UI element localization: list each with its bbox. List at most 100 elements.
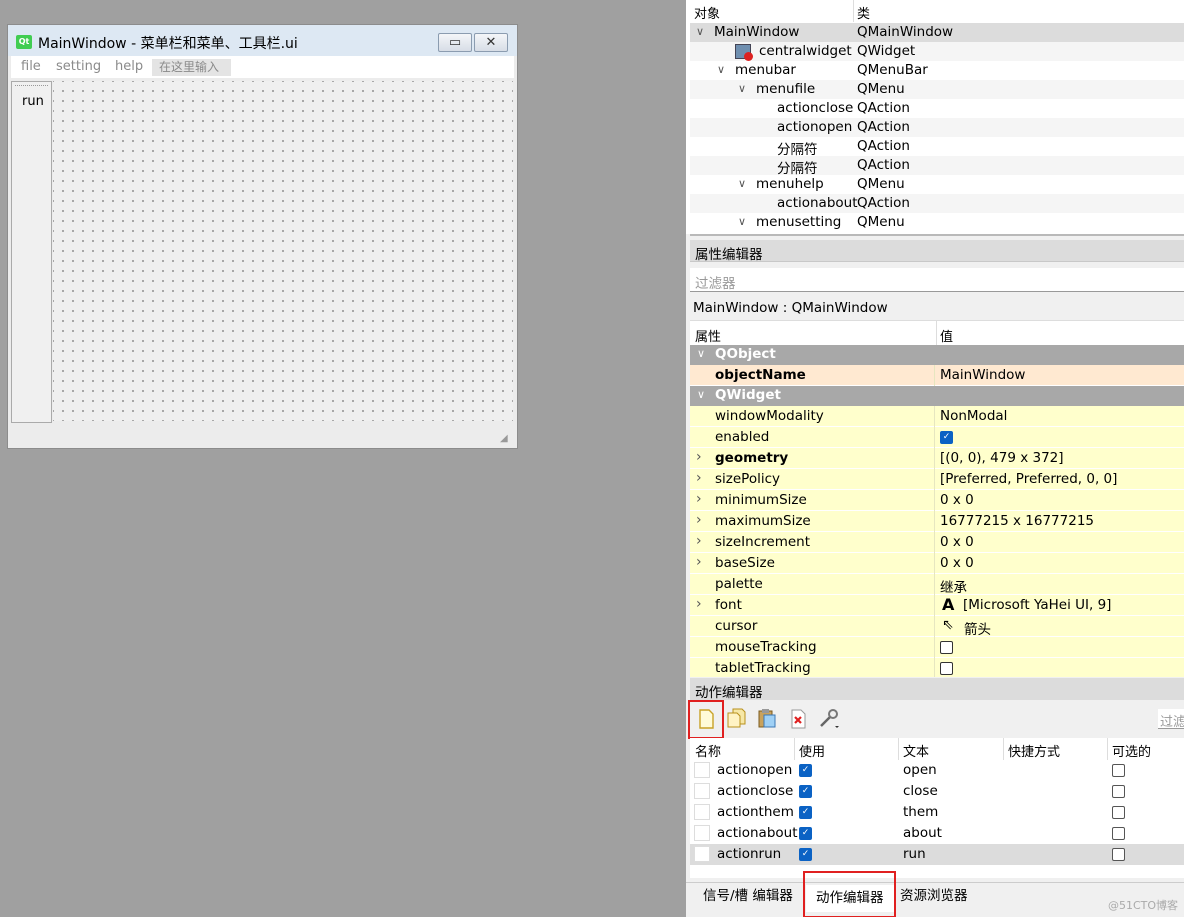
property-value[interactable]: 箭头 [964,618,991,638]
header-value[interactable]: 值 [940,326,953,345]
size-grip-icon[interactable]: ◢ [500,433,508,444]
tree-row[interactable]: actionclose QAction [690,99,1184,118]
property-checkbox[interactable]: ✓ [940,431,953,444]
header-class[interactable]: 类 [857,3,870,22]
property-row[interactable]: › font A [Microsoft YaHei UI, 9] [690,595,1184,616]
property-row[interactable]: › baseSize 0 x 0 [690,553,1184,574]
configure-icon[interactable] [818,707,840,729]
property-value[interactable]: [Preferred, Preferred, 0, 0] [940,471,1117,487]
action-checkable-checkbox[interactable] [1112,806,1125,819]
property-row[interactable]: objectName MainWindow [690,365,1184,386]
tree-row[interactable]: ∨ menuhelp QMenu [690,175,1184,194]
expand-chevron-icon[interactable]: ∨ [738,177,746,190]
action-row[interactable]: actionrun ✓ run [690,844,1184,865]
expand-chevron-icon[interactable]: › [696,596,702,612]
action-checkable-checkbox[interactable] [1112,764,1125,777]
action-used-checkbox[interactable]: ✓ [799,827,812,840]
central-widget-grid[interactable] [53,81,513,421]
expand-chevron-icon[interactable]: › [696,491,702,507]
property-row[interactable]: mouseTracking [690,637,1184,658]
header-object[interactable]: 对象 [694,3,720,22]
menu-help[interactable]: help [115,59,143,74]
action-checkable-checkbox[interactable] [1112,785,1125,798]
action-used-checkbox[interactable]: ✓ [799,848,812,861]
tree-row[interactable]: ∨ menufile QMenu [690,80,1184,99]
header-text[interactable]: 文本 [903,741,929,760]
new-action-icon[interactable] [695,708,717,730]
design-main-window[interactable]: Qt MainWindow - 菜单栏和菜单、工具栏.ui ▭ ✕ file s… [7,24,518,449]
action-row[interactable]: actionopen ✓ open [690,760,1184,781]
property-row[interactable]: windowModality NonModal [690,406,1184,427]
property-checkbox[interactable] [940,641,953,654]
action-used-checkbox[interactable]: ✓ [799,785,812,798]
expand-chevron-icon[interactable]: ∨ [717,63,725,76]
header-checkable[interactable]: 可选的 [1112,741,1151,760]
property-row[interactable]: › sizeIncrement 0 x 0 [690,532,1184,553]
property-category[interactable]: ∨ QObject [690,345,1184,365]
tree-row[interactable]: actionopen QAction [690,118,1184,137]
property-row[interactable]: palette 继承 [690,574,1184,596]
expand-chevron-icon[interactable]: › [696,449,702,465]
property-value[interactable]: 0 x 0 [940,534,974,550]
expand-chevron-icon[interactable]: ∨ [738,82,746,95]
property-row[interactable]: › geometry [(0, 0), 479 x 372] [690,448,1184,469]
toolbar-action-run[interactable]: run [22,94,44,109]
property-value[interactable]: 0 x 0 [940,492,974,508]
property-filter-input[interactable]: 过滤器 [690,268,1184,292]
copy-action-icon[interactable] [725,707,747,729]
property-value[interactable]: 0 x 0 [940,555,974,571]
splitter[interactable] [690,234,1184,236]
menu-setting[interactable]: setting [56,59,101,74]
menu-type-here[interactable]: 在这里输入 [152,59,231,76]
action-used-checkbox[interactable]: ✓ [799,764,812,777]
tree-row[interactable]: ∨ menubar QMenuBar [690,61,1184,80]
property-value[interactable]: 16777215 x 16777215 [940,513,1094,529]
tab-resource-browser[interactable]: 资源浏览器 [890,883,978,910]
header-shortcut[interactable]: 快捷方式 [1008,741,1060,760]
property-row[interactable]: tabletTracking [690,658,1184,677]
action-row[interactable]: actionclose ✓ close [690,781,1184,802]
property-checkbox[interactable] [940,662,953,675]
paste-action-icon[interactable] [756,707,778,729]
menu-file[interactable]: file [21,59,41,74]
header-name[interactable]: 名称 [695,741,721,760]
minimize-button[interactable]: ▭ [438,33,472,52]
tree-row[interactable]: ∨ MainWindow QMainWindow [690,23,1184,42]
expand-chevron-icon[interactable]: › [696,512,702,528]
property-value[interactable]: MainWindow [940,367,1025,383]
property-value[interactable]: [(0, 0), 479 x 372] [940,450,1064,466]
tab-signal-slot-editor[interactable]: 信号/槽 编辑器 [693,883,803,910]
expand-chevron-icon[interactable]: ∨ [738,215,746,228]
property-row[interactable]: › maximumSize 16777215 x 16777215 [690,511,1184,532]
header-property[interactable]: 属性 [695,326,721,345]
tab-action-editor[interactable]: 动作编辑器 [806,885,894,912]
property-value[interactable]: 继承 [940,576,967,596]
collapse-chevron-icon[interactable]: ∨ [697,347,705,360]
close-button[interactable]: ✕ [474,33,508,52]
action-checkable-checkbox[interactable] [1112,827,1125,840]
action-row[interactable]: actionabout ✓ about [690,823,1184,844]
expand-chevron-icon[interactable]: › [696,554,702,570]
action-row[interactable]: actionthem ✓ them [690,802,1184,823]
property-row[interactable]: › sizePolicy [Preferred, Preferred, 0, 0] [690,469,1184,490]
tree-row[interactable]: centralwidget QWidget [690,42,1184,61]
property-row[interactable]: enabled ✓ [690,427,1184,448]
property-category[interactable]: ∨ QWidget [690,386,1184,406]
expand-chevron-icon[interactable]: ∨ [696,25,704,38]
tree-row[interactable]: ∨ menusetting QMenu [690,213,1184,232]
expand-chevron-icon[interactable]: › [696,470,702,486]
action-filter-input[interactable]: 过滤 [1158,709,1184,730]
tree-row[interactable]: 分隔符 QAction [690,137,1184,158]
property-value[interactable]: [Microsoft YaHei UI, 9] [963,597,1111,613]
collapse-chevron-icon[interactable]: ∨ [697,388,705,401]
property-value[interactable]: NonModal [940,408,1007,424]
tree-row[interactable]: actionabout QAction [690,194,1184,213]
action-used-checkbox[interactable]: ✓ [799,806,812,819]
action-checkable-checkbox[interactable] [1112,848,1125,861]
property-row[interactable]: › minimumSize 0 x 0 [690,490,1184,511]
header-used[interactable]: 使用 [799,741,825,760]
toolbar-grip[interactable] [15,85,48,87]
window-titlebar[interactable]: Qt MainWindow - 菜单栏和菜单、工具栏.ui ▭ ✕ [8,25,517,56]
property-row[interactable]: cursor ⇖ 箭头 [690,616,1184,638]
tree-row[interactable]: 分隔符 QAction [690,156,1184,177]
